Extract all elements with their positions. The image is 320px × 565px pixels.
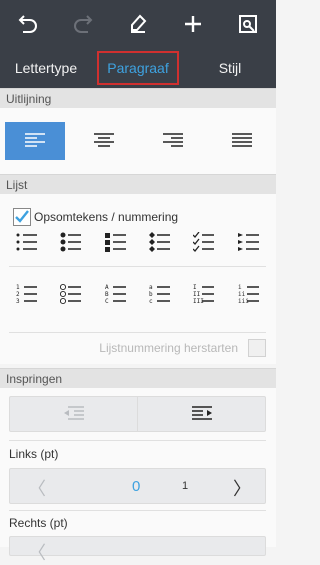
list-divider-2 <box>9 332 266 333</box>
numbering-styles-row: 123 ABC abc I II III i ii iii <box>5 274 271 314</box>
numbering-circled-icon[interactable] <box>56 279 86 309</box>
numbering-lower-alpha-icon[interactable]: abc <box>145 279 175 309</box>
left-stepper-increase[interactable]: 〉 <box>233 475 251 501</box>
section-list: Lijst <box>0 174 276 194</box>
svg-text:i: i <box>238 284 242 291</box>
tab-lettertype[interactable]: Lettertype <box>0 48 92 88</box>
indent-right-label: Rechts (pt) <box>9 516 68 530</box>
numbering-numeric-icon[interactable]: 123 <box>12 279 42 309</box>
save-icon[interactable] <box>228 4 268 44</box>
redo-icon[interactable] <box>63 4 103 44</box>
indent-panel: Links (pt) 〈 0 1 〉 Rechts (pt) 〈 <box>0 388 276 563</box>
svg-text:B: B <box>105 291 109 298</box>
bullet-arrow-icon[interactable] <box>234 227 264 257</box>
align-left-button[interactable] <box>4 122 65 160</box>
bullet-dot-small-icon[interactable] <box>12 227 42 257</box>
indent-divider-2 <box>9 510 266 511</box>
indent-right-stepper: 〈 <box>9 536 266 563</box>
svg-text:II: II <box>193 291 201 298</box>
undo-icon[interactable] <box>8 4 48 44</box>
top-toolbar <box>0 0 276 48</box>
restart-numbering-checkbox[interactable] <box>248 339 266 357</box>
section-alignment: Uitlijning <box>0 88 276 108</box>
numbering-upper-alpha-icon[interactable]: ABC <box>101 279 131 309</box>
align-center-button[interactable] <box>74 122 134 160</box>
align-center-icon <box>93 133 114 147</box>
format-clear-icon[interactable] <box>118 4 158 44</box>
svg-text:b: b <box>149 291 153 298</box>
align-right-button[interactable] <box>143 122 203 160</box>
bullet-checkmark-icon[interactable] <box>189 227 219 257</box>
svg-text:2: 2 <box>16 291 20 298</box>
svg-text:c: c <box>149 298 153 305</box>
indent-left-value[interactable]: 0 <box>132 478 140 495</box>
align-left-icon <box>24 133 45 147</box>
numbering-upper-roman-icon[interactable]: I II III <box>189 279 219 309</box>
align-justify-icon <box>231 133 252 147</box>
list-divider <box>9 266 266 267</box>
indent-left-label: Links (pt) <box>9 447 59 461</box>
indent-buttons <box>9 396 266 432</box>
indent-divider <box>9 440 266 441</box>
restart-numbering-label: Lijstnummering herstarten <box>99 341 238 355</box>
increase-indent-icon <box>191 406 212 420</box>
format-tabs: Lettertype Paragraaf Stijl <box>0 48 276 88</box>
indent-left-step: 1 <box>182 480 189 492</box>
align-right-icon <box>162 133 183 147</box>
svg-text:a: a <box>149 284 153 291</box>
svg-text:I: I <box>193 284 197 291</box>
bullet-styles-row <box>5 222 271 262</box>
svg-text:A: A <box>105 284 109 291</box>
restart-numbering-toggle[interactable]: Lijstnummering herstarten <box>99 339 266 357</box>
bullet-dot-large-icon[interactable] <box>56 227 86 257</box>
increase-indent-button[interactable] <box>138 397 265 431</box>
decrease-indent-button[interactable] <box>10 397 138 431</box>
bullet-diamond-icon[interactable] <box>145 227 175 257</box>
align-justify-button[interactable] <box>212 122 272 160</box>
right-stepper-decrease[interactable]: 〈 <box>28 539 46 565</box>
svg-text:1: 1 <box>16 284 20 291</box>
decrease-indent-icon <box>63 406 84 420</box>
svg-text:C: C <box>105 298 109 305</box>
svg-text:ii: ii <box>238 291 246 298</box>
numbering-lower-roman-icon[interactable]: i ii iii <box>234 279 264 309</box>
add-icon[interactable] <box>173 4 213 44</box>
section-indent: Inspringen <box>0 368 276 388</box>
svg-text:3: 3 <box>16 298 20 305</box>
tab-paragraaf[interactable]: Paragraaf <box>92 48 184 88</box>
alignment-row <box>0 108 276 174</box>
bullet-square-icon[interactable] <box>101 227 131 257</box>
left-stepper-decrease[interactable]: 〈 <box>28 475 46 501</box>
indent-left-stepper: 〈 0 1 〉 <box>9 468 266 504</box>
tab-stijl[interactable]: Stijl <box>184 48 276 88</box>
list-panel: Opsomtekens / nummering 123 AB C a b c I… <box>0 194 276 364</box>
